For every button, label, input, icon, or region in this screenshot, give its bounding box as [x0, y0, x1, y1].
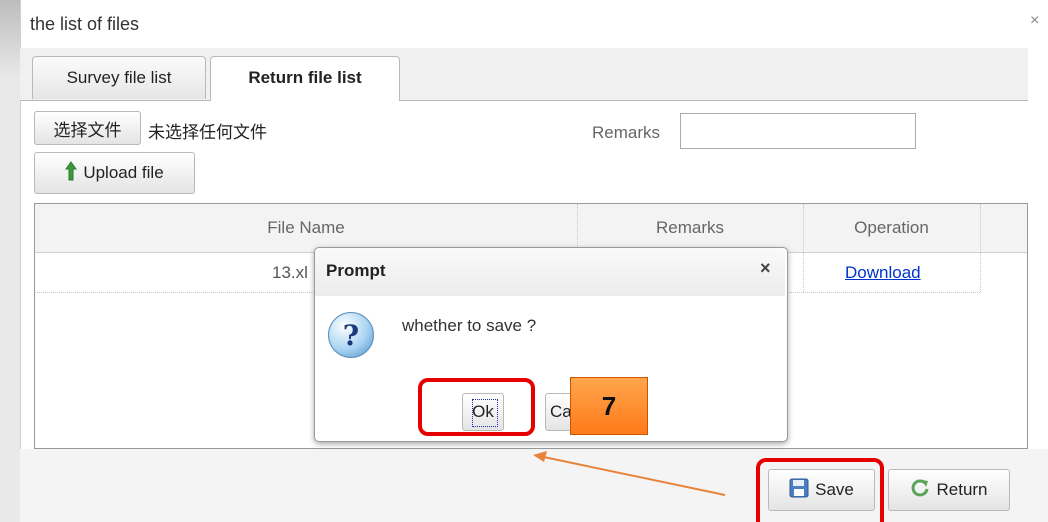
choose-file-button[interactable]: 选择文件 [34, 111, 141, 145]
tab-return-file-list[interactable]: Return file list [210, 56, 400, 101]
upload-file-label: Upload file [83, 163, 164, 182]
column-header-operation[interactable]: Operation [803, 218, 980, 238]
window-close-icon[interactable]: × [1030, 12, 1039, 30]
prompt-message: whether to save ? [402, 316, 537, 335]
refresh-icon [910, 478, 930, 503]
column-header-file-name[interactable]: File Name [35, 218, 577, 238]
save-highlight-box [756, 458, 884, 522]
return-button[interactable]: Return [888, 469, 1010, 511]
row-file-name: 13.xl [272, 263, 308, 282]
column-header-remarks[interactable]: Remarks [577, 218, 803, 238]
up-arrow-icon [65, 160, 78, 186]
column-separator [980, 204, 981, 292]
return-label: Return [936, 480, 988, 499]
download-link[interactable]: Download [845, 263, 921, 283]
annotation-arrow [533, 451, 726, 496]
remarks-input[interactable] [680, 113, 916, 149]
question-icon: ? [328, 312, 374, 358]
step-badge: 7 [570, 377, 648, 435]
ok-highlight-box [418, 378, 535, 436]
no-file-selected-text: 未选择任何文件 [148, 123, 267, 142]
upload-file-button[interactable]: Upload file [34, 152, 195, 194]
backdrop-left-fade [0, 0, 20, 80]
window-title: the list of files [30, 14, 140, 34]
remarks-label: Remarks [592, 123, 661, 142]
prompt-dialog-title: Prompt [326, 261, 386, 280]
dialog-close-icon[interactable]: × [760, 258, 771, 279]
tab-survey-file-list[interactable]: Survey file list [32, 56, 206, 99]
